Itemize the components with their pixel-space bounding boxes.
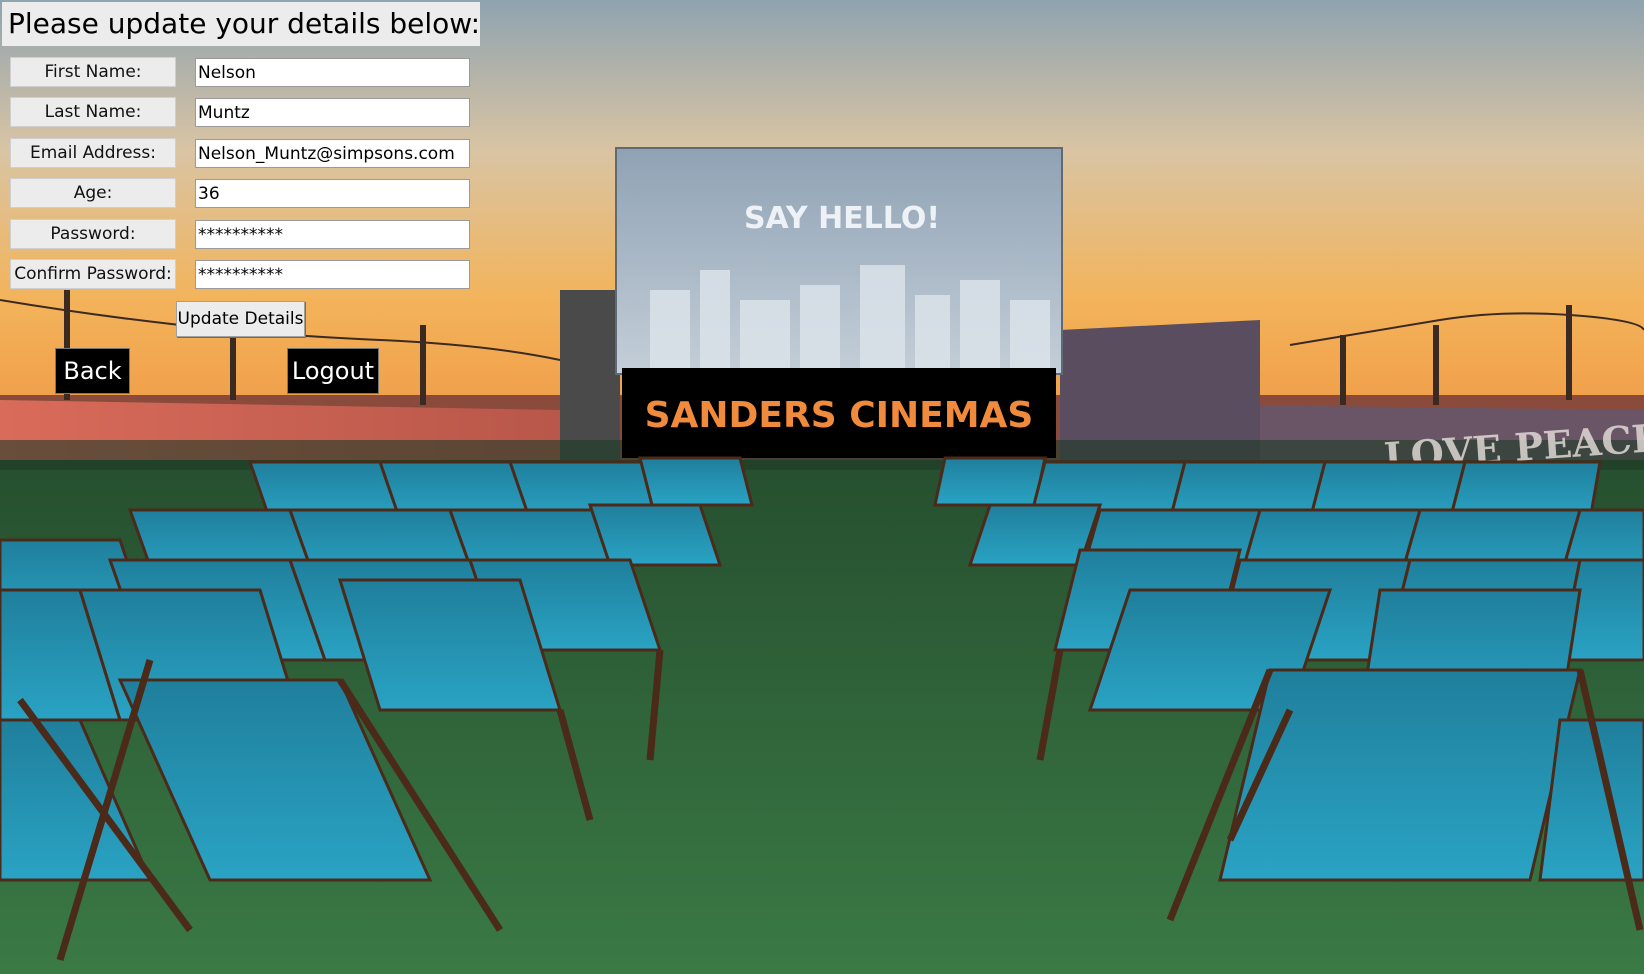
- first-name-label: First Name:: [10, 57, 176, 87]
- password-label: Password:: [10, 219, 176, 249]
- last-name-label: Last Name:: [10, 97, 176, 127]
- screen-text: SAY HELLO!: [744, 201, 940, 236]
- last-name-field[interactable]: [195, 98, 470, 127]
- password-field[interactable]: [195, 220, 470, 249]
- form-title: Please update your details below:: [2, 2, 480, 46]
- app-window: SAY HELLO! SANDERS CINEMAS LOVE PEACE Pl…: [0, 0, 1644, 974]
- first-name-field[interactable]: [195, 58, 470, 87]
- brand-banner-text: SANDERS CINEMAS: [645, 395, 1034, 436]
- confirm-password-field[interactable]: [195, 260, 470, 289]
- age-field[interactable]: [195, 179, 470, 208]
- confirm-password-label: Confirm Password:: [10, 259, 176, 289]
- update-details-button[interactable]: Update Details: [176, 301, 305, 337]
- age-label: Age:: [10, 178, 176, 208]
- logout-button[interactable]: Logout: [287, 348, 379, 394]
- back-button[interactable]: Back: [55, 348, 130, 394]
- email-address-label: Email Address:: [10, 138, 176, 168]
- email-address-field[interactable]: [195, 139, 470, 168]
